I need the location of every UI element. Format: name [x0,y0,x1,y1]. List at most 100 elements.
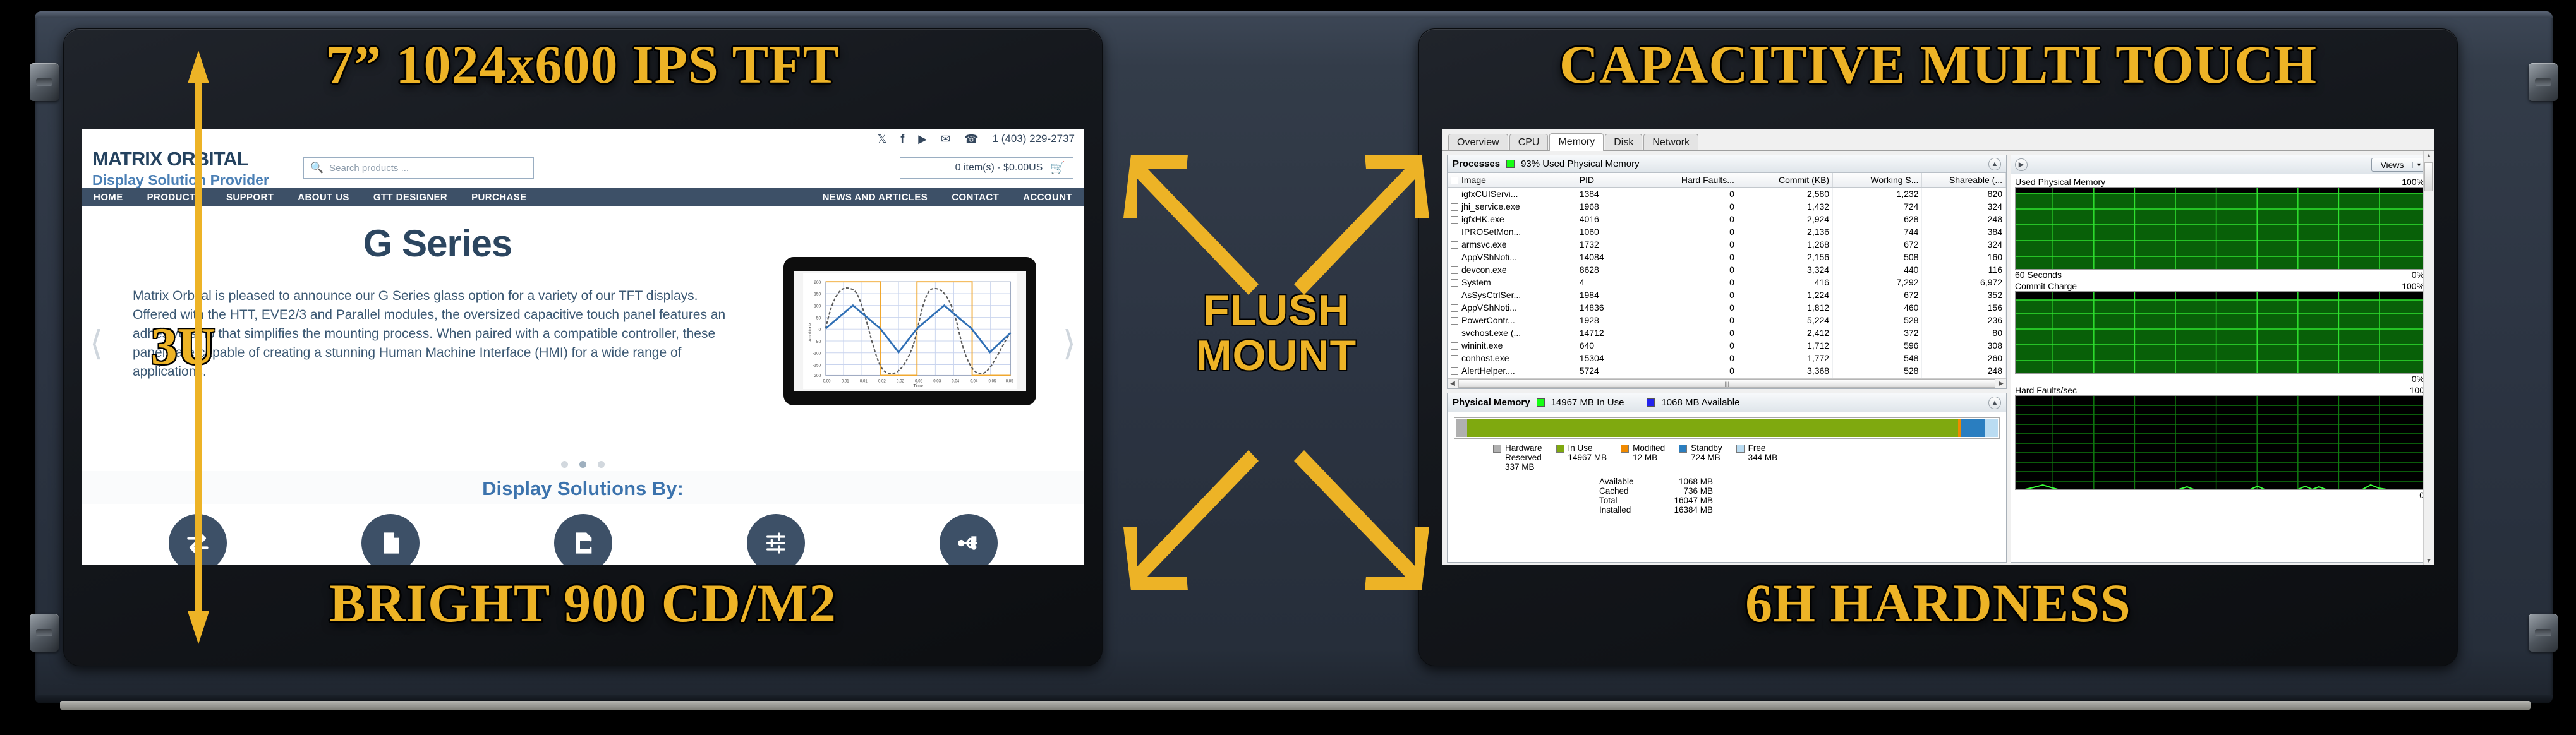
col-shareable[interactable]: Shareable (... [1921,173,2006,188]
table-row[interactable]: wininit.exe 640 0 1,712 596 308 [1448,339,2006,352]
col-label: Image [1461,175,1486,186]
graph-max-label: 100% [2402,177,2424,187]
carousel-prev-icon[interactable]: ⟨ [90,323,103,363]
twitter-icon[interactable]: 𝕏 [878,133,887,146]
table-row[interactable]: jhi_service.exe 1968 0 1,432 724 324 [1448,200,2006,213]
cell-pid: 8628 [1576,263,1643,277]
nav-item-home[interactable]: HOME [94,192,123,203]
tab-cpu[interactable]: CPU [1509,134,1549,150]
row-checkbox[interactable] [1451,191,1458,199]
solution-item-eve2-eve3[interactable]: EVE2 & EVE3 [697,514,855,565]
chevron-up-icon[interactable]: ▲ [1988,396,2001,409]
scroll-thumb[interactable]: ||| [1458,379,1995,388]
tab-memory[interactable]: Memory [1549,133,1604,151]
search-input[interactable]: Search products ... [329,163,409,174]
legend-swatch [1493,445,1501,453]
row-checkbox[interactable] [1451,368,1458,376]
processes-table-scroll[interactable]: Image PID Hard Faults... Commit (KB) Wor… [1448,173,2006,379]
row-checkbox[interactable] [1451,241,1458,249]
memory-stats: Available 1068 MB Cached 736 MB Total 16047 M… [1599,477,2000,515]
cell-pid: 1928 [1576,314,1643,327]
nav-item-about-us[interactable]: ABOUT US [298,192,349,203]
cell-value: 2,156 [1738,251,1834,264]
nav-item-support[interactable]: SUPPORT [226,192,274,203]
svg-text:200: 200 [814,280,821,285]
nav-item-purchase[interactable]: PURCHASE [471,192,526,203]
row-checkbox[interactable] [1451,216,1458,224]
col-image[interactable]: Image [1448,173,1576,188]
phone-number[interactable]: 1 (403) 229-2737 [993,133,1075,145]
legend-text: Standby 724 MB [1691,443,1722,463]
row-checkbox[interactable] [1451,317,1458,325]
physical-memory-title: Physical Memory [1453,397,1530,409]
table-row[interactable]: System 4 0 416 7,292 6,972 [1448,276,2006,289]
chevron-up-icon[interactable]: ▲ [1988,157,2001,170]
in-use-legend: 14967 MB In Use [1551,397,1624,409]
facebook-icon[interactable]: f [900,133,904,146]
nav-item-news[interactable]: NEWS AND ARTICLES [823,192,928,203]
col-hard-faults[interactable]: Hard Faults... [1643,173,1738,188]
scroll-down-icon[interactable]: ▼ [2424,558,2434,564]
solution-item-embedded-hdmi-displays[interactable]: Embedded HDMI Displays [504,514,662,565]
youtube-icon[interactable]: ▶ [918,133,927,146]
nav-item-contact[interactable]: CONTACT [952,192,999,203]
row-checkbox[interactable] [1451,304,1458,313]
tab-overview[interactable]: Overview [1448,134,1508,150]
cart-button[interactable]: 0 item(s) - $0.00US 🛒 [900,157,1073,179]
table-row[interactable]: PowerContr... 1928 0 5,224 528 236 [1448,314,2006,327]
table-row[interactable]: devcon.exe 8628 0 3,324 440 116 [1448,263,2006,277]
row-checkbox[interactable] [1451,292,1458,300]
processes-panel-header[interactable]: Processes 93% Used Physical Memory ▲ [1448,155,2006,174]
row-checkbox[interactable] [1451,342,1458,350]
table-row[interactable]: igfxHK.exe 4016 0 2,924 628 248 [1448,213,2006,226]
window-vscrollbar[interactable]: ▲ ▼ [2423,151,2434,565]
solution-item-app-notes-support[interactable]: App Notes & Support [311,514,469,565]
table-row[interactable]: armsvc.exe 1732 0 1,268 672 324 [1448,238,2006,251]
cell-image: igfxHK.exe [1448,213,1576,226]
views-dropdown[interactable]: Views ▼ [2371,157,2426,172]
physical-memory-header[interactable]: Physical Memory 14967 MB In Use 1068 MB … [1448,393,2006,413]
row-checkbox[interactable] [1451,203,1458,212]
table-row[interactable]: conhost.exe 15304 0 1,772 548 260 [1448,352,2006,365]
row-checkbox[interactable] [1451,254,1458,262]
row-checkbox[interactable] [1451,266,1458,275]
processes-hscrollbar[interactable]: ◀ ||| ▶ [1448,378,2006,389]
select-all-checkbox[interactable] [1451,177,1458,185]
table-row[interactable]: svchost.exe (... 14712 0 2,412 372 80 [1448,326,2006,340]
col-pid[interactable]: PID [1576,173,1643,188]
row-checkbox[interactable] [1451,229,1458,237]
memory-bar [1454,417,2000,439]
table-row[interactable]: IPROSetMon... 1060 0 2,136 744 384 [1448,225,2006,239]
email-icon[interactable]: ✉ [941,133,950,146]
table-row[interactable]: AppVShNoti... 14836 0 1,812 460 156 [1448,301,2006,314]
nav-item-account[interactable]: ACCOUNT [1023,192,1072,203]
table-row[interactable]: AppVShNoti... 14084 0 2,156 508 160 [1448,251,2006,264]
row-checkbox[interactable] [1451,330,1458,338]
col-commit[interactable]: Commit (KB) [1738,173,1834,188]
nav-item-gtt-designer[interactable]: GTT DESIGNER [373,192,447,203]
table-row[interactable]: AsSysCtrlSer... 1984 0 1,224 672 352 [1448,289,2006,302]
table-row[interactable]: igfxCUIServi... 1384 0 2,580 1,232 820 [1448,187,2006,201]
scroll-left-icon[interactable]: ◀ [1448,380,1458,387]
carousel-next-icon[interactable]: ⟩ [1063,323,1076,363]
vscroll-thumb[interactable] [2424,162,2433,191]
svg-text:0.01: 0.01 [860,379,868,384]
carousel-dot-2[interactable] [579,461,586,468]
cell-pid: 15304 [1576,352,1643,365]
row-checkbox[interactable] [1451,355,1458,363]
row-checkbox[interactable] [1451,279,1458,287]
table-row[interactable]: AlertHelper.... 5724 0 3,368 528 248 [1448,364,2006,378]
scroll-right-icon[interactable]: ▶ [1996,380,2006,387]
carousel-dot-3[interactable] [598,461,605,468]
solution-item-intelligent-uart-tft[interactable]: Intelligent UART TFT [890,514,1048,565]
stat-key: Installed [1599,505,1631,515]
col-working-set[interactable]: Working S... [1832,173,1923,188]
tab-disk[interactable]: Disk [1605,134,1643,150]
carousel-dot-1[interactable] [560,461,568,468]
tab-network[interactable]: Network [1643,134,1699,150]
search-box[interactable]: 🔍 Search products ... [303,157,534,179]
chevron-right-icon[interactable]: ▶ [2015,158,2028,171]
scroll-up-icon[interactable]: ▲ [2424,152,2434,158]
cell-image: AppVShNoti... [1448,251,1576,264]
cell-image: armsvc.exe [1448,238,1576,251]
